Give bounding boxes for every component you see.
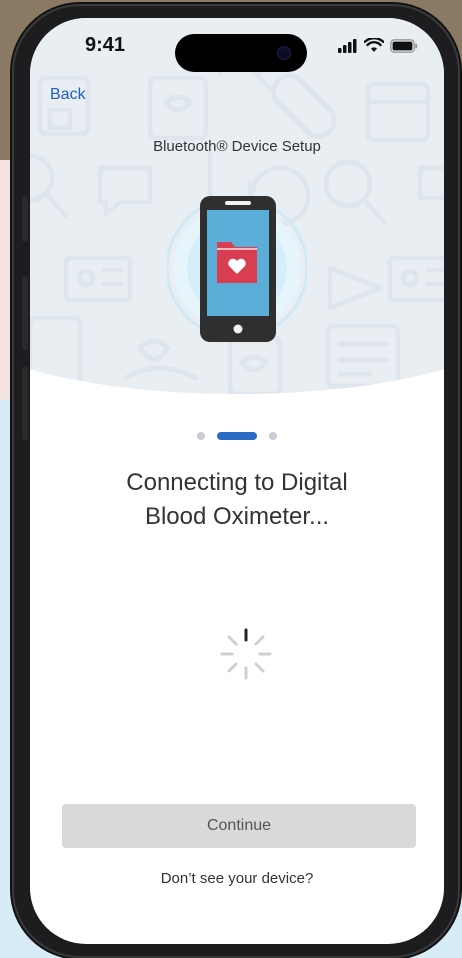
app-screen: 9:41 Back Bluetooth® Device Setup Connec… <box>30 18 444 944</box>
dynamic-island <box>175 34 307 72</box>
setup-title: Bluetooth® Device Setup <box>153 138 321 155</box>
step-indicator <box>30 432 444 440</box>
battery-icon <box>390 38 418 53</box>
signal-icon <box>338 38 357 53</box>
silent-switch <box>22 196 28 242</box>
status-bar-icons <box>338 38 418 53</box>
phone-with-health-folder-icon <box>167 196 307 342</box>
spinner-icon <box>220 628 272 680</box>
step-dot-3 <box>269 432 277 440</box>
status-bar-time: 9:41 <box>85 34 126 56</box>
camera-icon <box>277 46 291 60</box>
step-dot-2-active <box>217 432 257 440</box>
dont-see-device-link[interactable]: Don’t see your device? <box>30 870 444 887</box>
wifi-icon <box>364 38 384 52</box>
volume-up-button <box>22 276 28 350</box>
step-dot-1 <box>197 432 205 440</box>
connection-heading: Connecting to Digital Blood Oximeter... <box>70 466 404 534</box>
back-button[interactable]: Back <box>50 86 86 104</box>
continue-button[interactable]: Continue <box>62 804 416 848</box>
heading-line-2: Blood Oximeter... <box>144 503 330 530</box>
volume-down-button <box>22 366 28 440</box>
heading-line-1: Connecting to Digital <box>126 469 348 496</box>
